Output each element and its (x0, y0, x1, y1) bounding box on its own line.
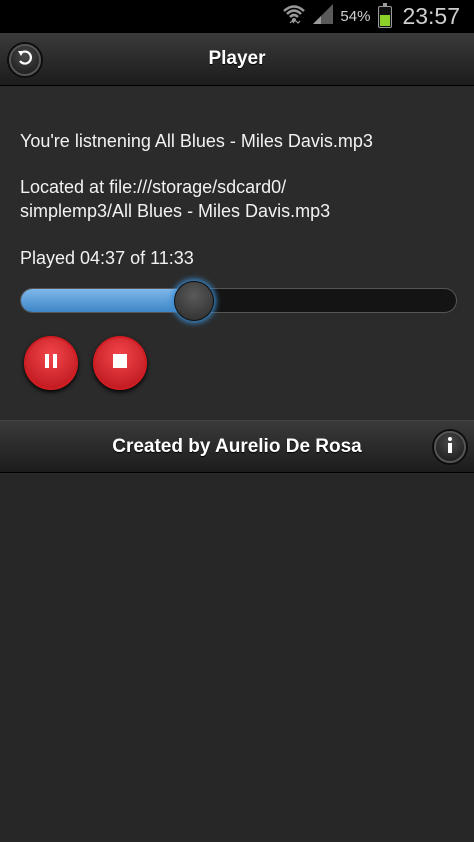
footer-bar: Created by Aurelio De Rosa (0, 420, 474, 473)
info-button[interactable] (434, 431, 466, 463)
pause-icon (42, 352, 60, 375)
location-line-2: simplemp3/All Blues - Miles Davis.mp3 (20, 201, 331, 221)
info-icon (443, 436, 457, 459)
now-playing-text: You're listnening All Blues - Miles Davi… (20, 131, 373, 151)
wifi-icon (282, 3, 306, 30)
clock: 23:57 (402, 3, 460, 29)
battery-percent: 54% (340, 8, 371, 25)
signal-icon (312, 3, 334, 30)
back-icon (16, 49, 34, 72)
pause-button[interactable] (24, 336, 78, 390)
back-button[interactable] (9, 44, 41, 76)
status-bar: 54% 23:57 (0, 0, 474, 33)
header-bar: Player (0, 33, 474, 86)
progress-slider[interactable] (20, 288, 457, 313)
file-location: Located at file:///storage/sdcard0/ simp… (20, 175, 460, 223)
credits-text: Created by Aurelio De Rosa (112, 435, 362, 457)
played-time: Played 04:37 of 11:33 (20, 248, 194, 268)
page-title: Player (208, 48, 266, 69)
empty-area (0, 474, 474, 842)
player-content: You're listnening All Blues - Miles Davi… (0, 87, 474, 420)
progress-fill (21, 289, 196, 312)
stop-icon (111, 352, 129, 375)
battery-icon (378, 2, 393, 28)
progress-slider-thumb[interactable] (174, 281, 215, 321)
location-line-1: Located at file:///storage/sdcard0/ (20, 177, 287, 197)
stop-button[interactable] (93, 336, 147, 390)
